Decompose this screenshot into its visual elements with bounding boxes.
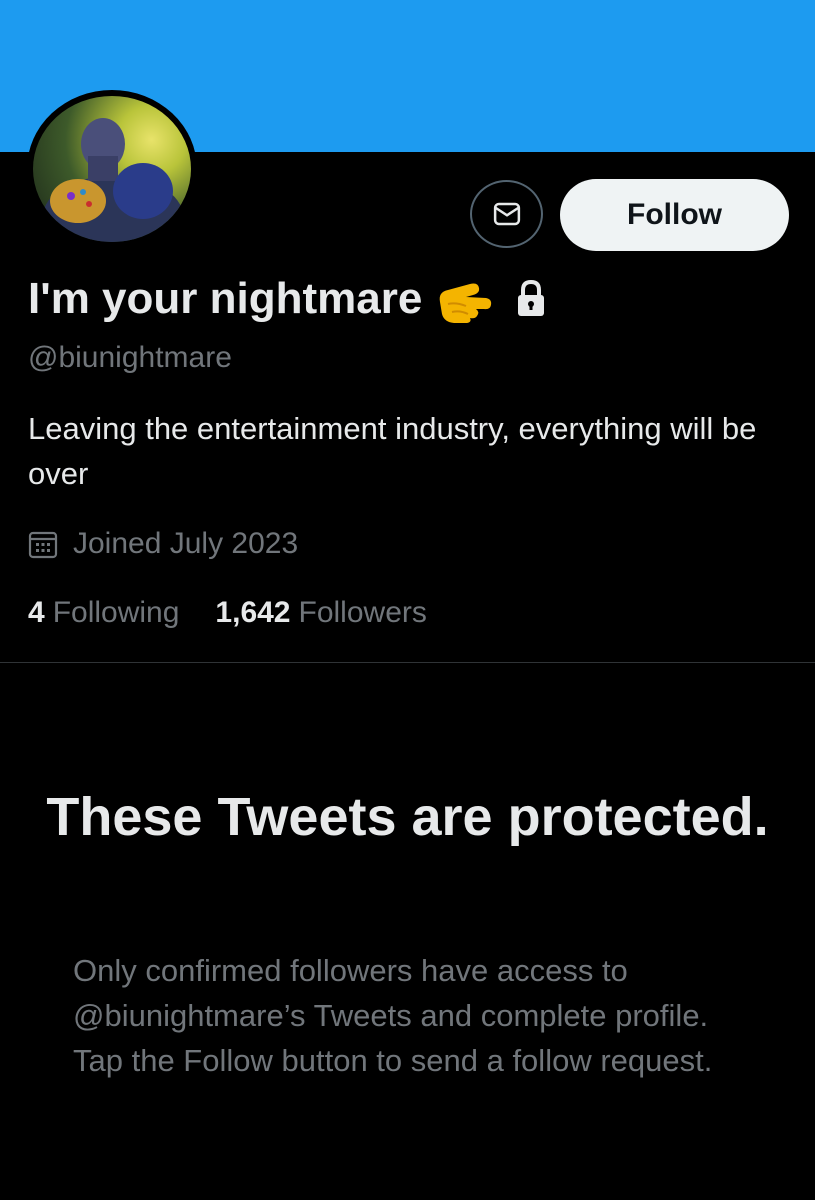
profile-bio: Leaving the entertainment industry, ever…: [28, 411, 757, 491]
joined-text: Joined July 2023: [73, 527, 299, 560]
lock-icon: [518, 279, 545, 316]
display-name: I'm your nightmare: [28, 274, 423, 323]
divider: [0, 662, 815, 663]
follow-stats: 4 Following 1,642 Followers: [28, 596, 427, 630]
pointing-hand-emoji: [439, 283, 492, 323]
followers-link[interactable]: 1,642 Followers: [215, 596, 426, 630]
message-button[interactable]: [470, 180, 543, 248]
mail-icon: [493, 202, 520, 226]
followers-label: Followers: [298, 596, 427, 629]
follow-button[interactable]: Follow: [560, 179, 789, 251]
joined-date: Joined July 2023: [28, 527, 298, 561]
protected-description: Only confirmed followers have access to …: [73, 953, 713, 1078]
user-handle: @biunightmare: [28, 341, 232, 374]
avatar-image: [33, 96, 191, 242]
calendar-icon: [28, 531, 58, 559]
following-count: 4: [28, 596, 45, 629]
followers-count: 1,642: [215, 596, 291, 629]
following-link[interactable]: 4 Following: [28, 596, 179, 630]
following-label: Following: [52, 596, 180, 629]
avatar[interactable]: [27, 90, 197, 248]
protected-title: These Tweets are protected.: [46, 787, 769, 847]
name-row: I'm your nightmare: [28, 274, 548, 324]
